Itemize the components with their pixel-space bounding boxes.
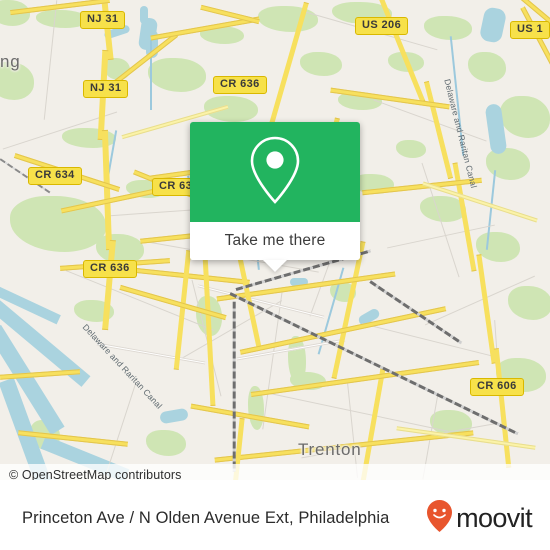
- bottom-bar-content: Princeton Ave / N Olden Avenue Ext, Phil…: [0, 486, 550, 550]
- map-canvas[interactable]: Delaware and Raritan Canal Delaware and …: [0, 0, 550, 480]
- moovit-wordmark: moovit: [456, 502, 533, 533]
- road-shield[interactable]: NJ 31: [83, 80, 129, 98]
- bottom-bar: Princeton Ave / N Olden Avenue Ext, Phil…: [0, 486, 550, 550]
- popup-pointer: [263, 260, 287, 272]
- road-shield[interactable]: CR 636: [213, 76, 267, 94]
- location-popup-card[interactable]: Take me there: [190, 122, 360, 272]
- moovit-pin-icon: [426, 499, 453, 538]
- map-attribution: © OpenStreetMap contributors: [0, 464, 550, 480]
- road-shield[interactable]: CR 606: [470, 378, 524, 396]
- road-shield[interactable]: US 1: [510, 21, 550, 39]
- take-me-there-button[interactable]: Take me there: [190, 222, 360, 260]
- popup-header: [190, 122, 360, 222]
- map-pin-icon: [248, 134, 302, 211]
- place-title: Princeton Ave / N Olden Avenue Ext, Phil…: [22, 508, 390, 527]
- attribution-text: © OpenStreetMap contributors: [9, 468, 182, 480]
- take-me-there-label: Take me there: [224, 232, 326, 249]
- road-shield[interactable]: US 206: [355, 17, 409, 35]
- road-shield[interactable]: CR 634: [28, 167, 82, 185]
- moovit-brand[interactable]: moovit: [426, 499, 533, 538]
- map-screen: Delaware and Raritan Canal Delaware and …: [0, 0, 550, 550]
- road-shield[interactable]: CR 636: [83, 260, 137, 278]
- road-shield[interactable]: NJ 31: [80, 11, 126, 29]
